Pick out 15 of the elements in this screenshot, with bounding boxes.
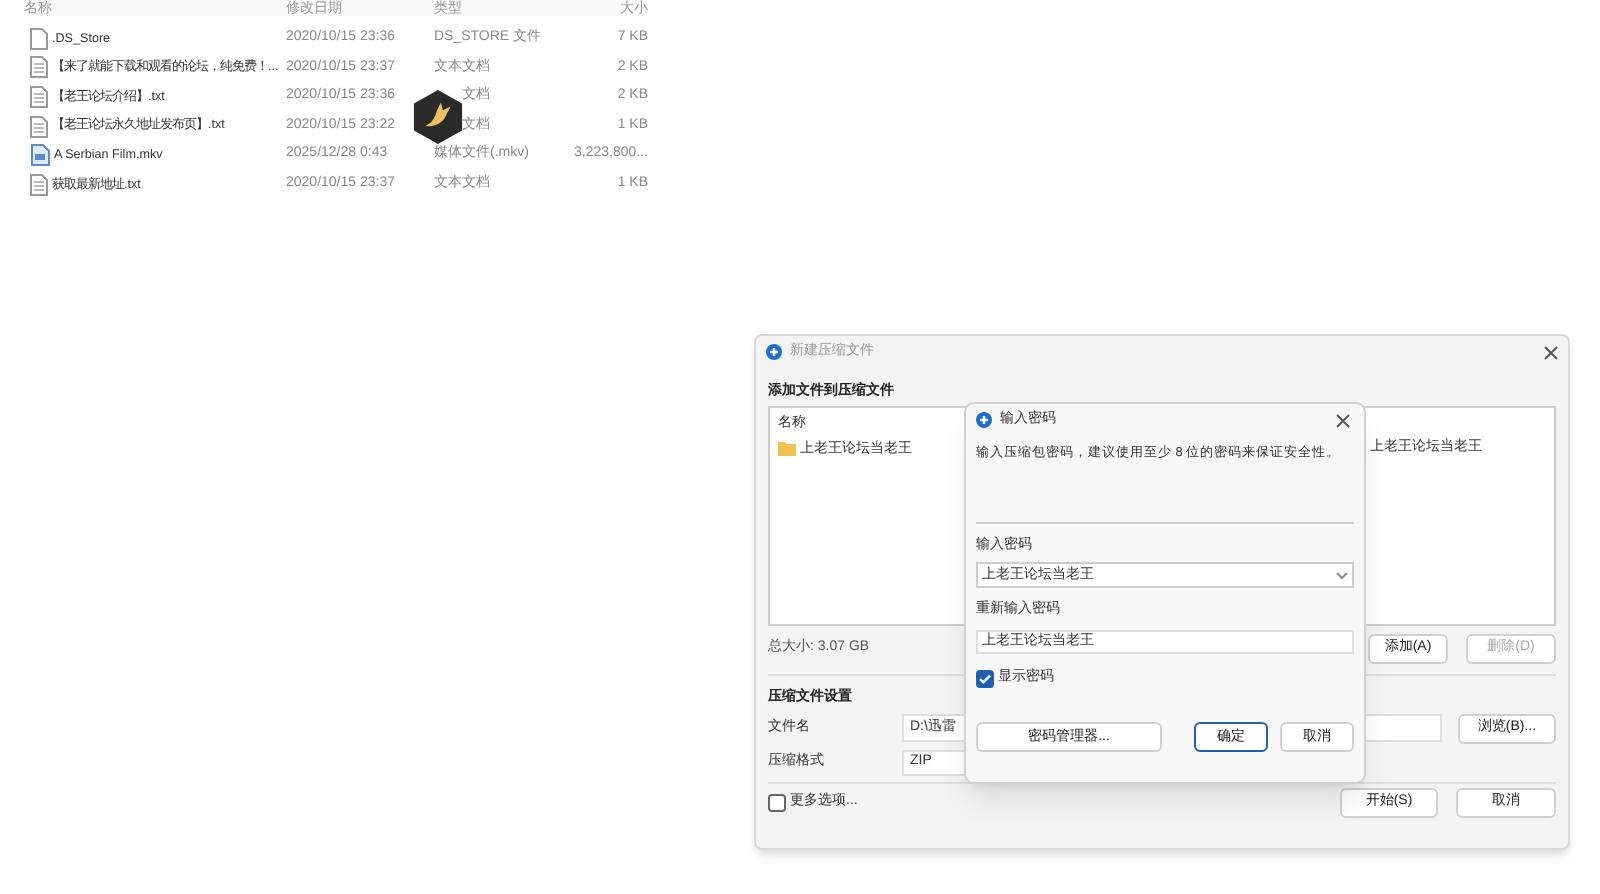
checkbox[interactable] — [976, 669, 994, 687]
chevron-down-icon — [1336, 571, 1348, 580]
text-file-icon — [30, 173, 48, 196]
checkbox[interactable] — [768, 793, 786, 811]
close-icon[interactable] — [1544, 345, 1558, 359]
add-circle-icon — [766, 344, 782, 360]
bird-logo-icon — [412, 88, 464, 146]
close-icon[interactable] — [1336, 413, 1350, 427]
text-file-icon — [30, 85, 48, 108]
add-circle-icon — [976, 412, 992, 428]
file-icon — [30, 27, 48, 50]
video-file-icon — [30, 144, 50, 167]
folder-icon — [778, 442, 796, 457]
text-file-icon — [30, 56, 48, 79]
text-file-icon — [30, 115, 48, 138]
